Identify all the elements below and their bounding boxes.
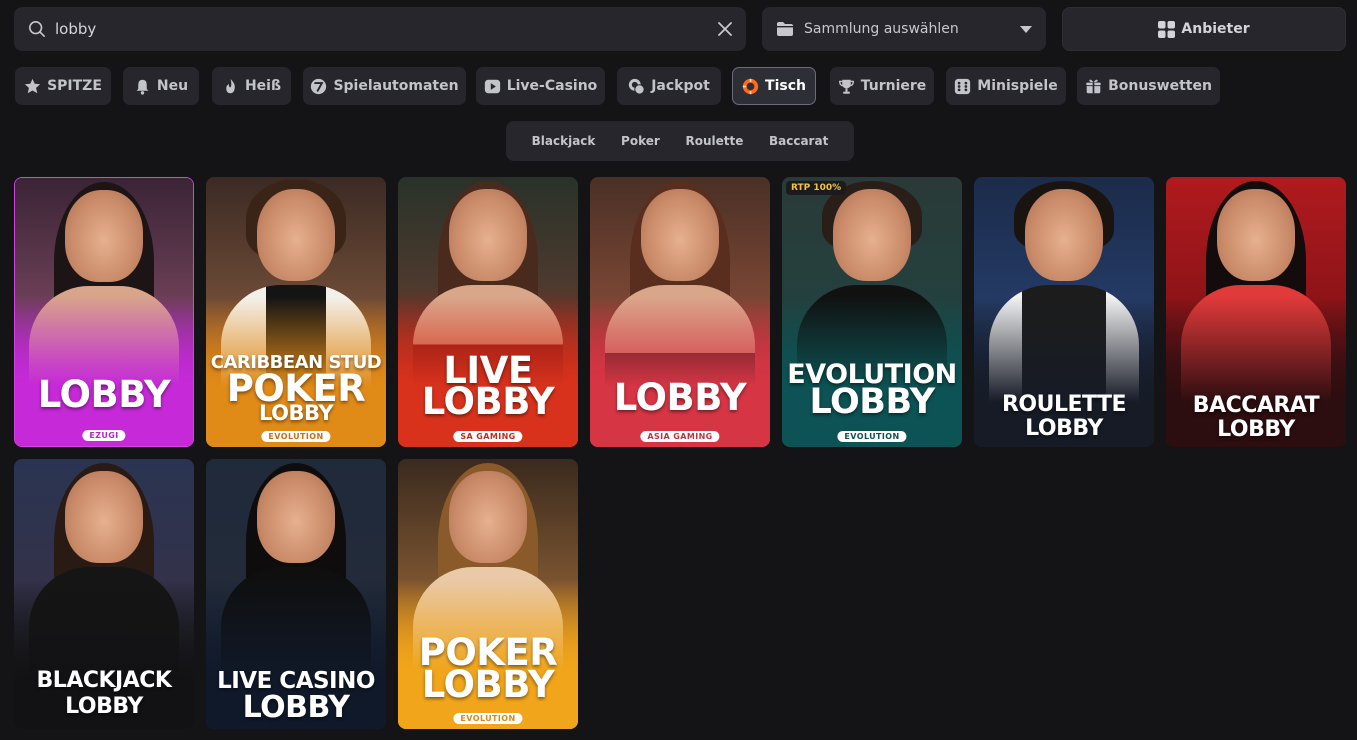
gift-icon	[1085, 79, 1102, 93]
provider-badge: SA GAMING	[453, 431, 523, 442]
chip-icon	[742, 78, 759, 94]
bell-icon	[136, 79, 149, 95]
dealer-face	[65, 190, 143, 282]
tab-label: Tisch	[765, 78, 806, 94]
game-title: LOBBY	[242, 690, 350, 725]
tab-label: Turniere	[860, 78, 927, 94]
tab-label: Heiß	[244, 78, 282, 94]
play-icon	[484, 79, 500, 93]
tab-tisch[interactable]: Tisch	[732, 67, 816, 105]
tab-label: Bonuswetten	[1108, 78, 1212, 94]
tab-label: Jackpot	[651, 78, 710, 94]
search-input[interactable]	[55, 20, 718, 38]
game-title-suffix: LOBBY	[258, 401, 334, 425]
chevron-down-icon	[1020, 25, 1032, 33]
game-title: LOBBY	[1025, 416, 1103, 441]
trophy-icon	[838, 79, 854, 94]
grid-icon	[1158, 20, 1176, 38]
game-card-roulette-lobby[interactable]: ROULETTE LOBBY	[974, 177, 1154, 447]
provider-badge: ASIA GAMING	[640, 431, 720, 442]
collection-label: Sammlung auswählen	[804, 21, 959, 37]
game-title: LOBBY	[37, 373, 171, 416]
game-subtitle: ROULETTE	[1001, 392, 1127, 417]
slot-seven-icon	[311, 78, 327, 94]
dealer-face	[1025, 189, 1103, 281]
subtab-poker[interactable]: Poker	[621, 134, 660, 148]
tab-label: Live-Casino	[506, 78, 598, 94]
dealer-face	[833, 189, 911, 281]
provider-badge: EVOLUTION	[453, 713, 523, 724]
search-bar[interactable]	[14, 7, 746, 51]
tab-live-casino[interactable]: Live-Casino	[476, 67, 605, 105]
subtab-roulette[interactable]: Roulette	[685, 134, 743, 148]
subtab-blackjack[interactable]: Blackjack	[532, 134, 596, 148]
provider-badge: EZUGI	[82, 430, 126, 441]
tab-label: SPITZE	[47, 78, 102, 94]
tab-spitze[interactable]: SPITZE	[15, 67, 111, 105]
game-title: LOBBY	[421, 380, 555, 423]
game-subtitle: BACCARAT	[1192, 393, 1320, 418]
rtp-badge: RTP 100%	[786, 181, 847, 195]
game-card-ezugi-lobby[interactable]: LOBBY EZUGI	[14, 177, 194, 447]
tab-label: Minispiele	[977, 78, 1058, 94]
provider-button[interactable]: Anbieter	[1062, 7, 1346, 51]
dealer-face	[65, 471, 143, 563]
dealer-face	[1217, 189, 1295, 281]
tab-heiss[interactable]: Heiß	[212, 67, 291, 105]
close-icon[interactable]	[718, 22, 732, 36]
dealer-face	[449, 471, 527, 563]
dealer-face	[257, 471, 335, 563]
search-icon	[28, 20, 46, 38]
coins-icon	[629, 78, 645, 95]
tab-label: Neu	[156, 78, 189, 94]
collection-select[interactable]: Sammlung auswählen	[762, 7, 1046, 51]
game-card-poker-lobby[interactable]: POKER LOBBY EVOLUTION	[398, 459, 578, 729]
dealer-face	[449, 189, 527, 281]
game-title: LOBBY	[65, 694, 143, 719]
tab-label: Spielautomaten	[333, 78, 459, 94]
subtab-baccarat[interactable]: Baccarat	[769, 134, 828, 148]
dealer-face	[257, 189, 335, 281]
provider-label: Anbieter	[1181, 21, 1250, 37]
tab-bonuswetten[interactable]: Bonuswetten	[1077, 67, 1220, 105]
game-card-caribbean-stud-poker-lobby[interactable]: CARIBBEAN STUD POKER LOBBY EVOLUTION	[206, 177, 386, 447]
tab-jackpot[interactable]: Jackpot	[617, 67, 721, 105]
dice-icon	[955, 78, 971, 94]
game-card-blackjack-lobby[interactable]: BLACKJACK LOBBY	[14, 459, 194, 729]
flame-icon	[226, 78, 235, 93]
provider-badge: EVOLUTION	[837, 431, 907, 442]
game-card-asia-gaming-lobby[interactable]: LOBBY ASIA GAMING	[590, 177, 770, 447]
game-title: LOBBY	[809, 382, 935, 422]
game-title: LOBBY	[421, 663, 555, 706]
tab-spielautomaten[interactable]: Spielautomaten	[303, 67, 466, 105]
game-card-evolution-lobby[interactable]: RTP 100% EVOLUTION LOBBY EVOLUTION	[782, 177, 962, 447]
folder-icon	[777, 22, 793, 36]
game-card-sa-gaming-live-lobby[interactable]: LIVE LOBBY SA GAMING	[398, 177, 578, 447]
tab-minispiele[interactable]: Minispiele	[946, 67, 1066, 105]
tab-turniere[interactable]: Turniere	[830, 67, 934, 105]
game-subtitle: BLACKJACK	[36, 668, 172, 693]
provider-badge: EVOLUTION	[261, 431, 331, 442]
game-title: LOBBY	[613, 376, 747, 419]
subcategory-tabs: Blackjack Poker Roulette Baccarat	[506, 121, 854, 161]
star-icon	[24, 78, 41, 93]
tab-neu[interactable]: Neu	[123, 67, 199, 105]
dealer-face	[641, 189, 719, 281]
game-card-baccarat-lobby[interactable]: BACCARAT LOBBY	[1166, 177, 1346, 447]
game-title: LOBBY	[1217, 417, 1295, 442]
game-card-live-casino-lobby[interactable]: LIVE CASINO LOBBY	[206, 459, 386, 729]
